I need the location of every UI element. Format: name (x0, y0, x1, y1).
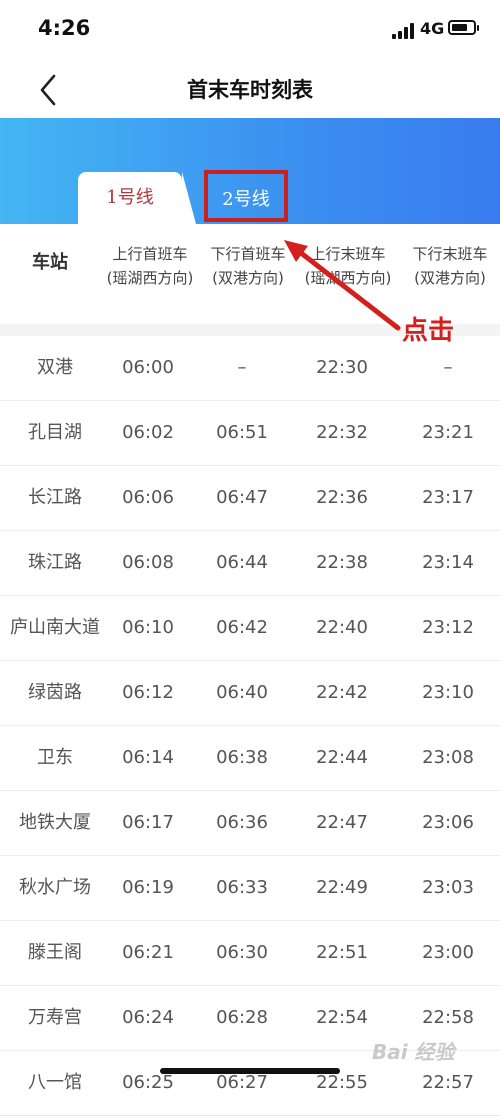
column-header-direction: (双港方向) (212, 269, 284, 287)
down-first-time: 06:33 (216, 877, 268, 898)
table-row: 卫东 06:14 06:38 22:44 23:08 (0, 726, 500, 791)
tab-line-1[interactable]: 1号线 (78, 172, 196, 224)
down-last-time: 23:17 (422, 487, 474, 508)
up-last-time: 22:32 (316, 422, 368, 443)
up-last-time: 22:44 (316, 747, 368, 768)
station-name: 万寿宫 (28, 1007, 82, 1028)
station-name: 秋水广场 (19, 877, 91, 898)
up-last-time: 22:55 (316, 1072, 368, 1093)
down-first-time: 06:40 (216, 682, 268, 703)
down-first-time: 06:28 (216, 1007, 268, 1028)
down-first-time: 06:30 (216, 942, 268, 963)
down-last-time: 23:21 (422, 422, 474, 443)
column-header-direction: (双港方向) (414, 269, 486, 287)
up-first-time: 06:00 (122, 357, 174, 378)
tab-line-2[interactable]: 2号线 (204, 170, 288, 222)
table-row: 孔目湖 06:02 06:51 22:32 23:21 (0, 401, 500, 466)
column-headers: 车站 上行首班车 (瑶湖西方向) 下行首班车 (双港方向) 上行末班车 (瑶湖西… (0, 224, 500, 324)
down-first-time: 06:38 (216, 747, 268, 768)
up-first-time: 06:19 (122, 877, 174, 898)
down-last-time: 23:00 (422, 942, 474, 963)
annotation-label: 点击 (402, 316, 455, 346)
station-name: 卫东 (37, 747, 73, 768)
up-first-time: 06:10 (122, 617, 174, 638)
up-first-time: 06:17 (122, 812, 174, 833)
column-header-line: 下行末班车 (412, 245, 488, 263)
status-bar: 4:26 4G (0, 0, 500, 60)
station-name: 珠江路 (28, 552, 82, 573)
column-header-down-first: 下行首班车 (双港方向) (200, 242, 296, 290)
column-header-line: 上行末班车 (310, 245, 386, 263)
up-last-time: 22:40 (316, 617, 368, 638)
up-first-time: 06:21 (122, 942, 174, 963)
up-first-time: 06:14 (122, 747, 174, 768)
station-name: 双港 (37, 357, 73, 378)
status-time: 4:26 (38, 16, 91, 40)
up-last-time: 22:42 (316, 682, 368, 703)
station-name: 绿茵路 (28, 682, 82, 703)
nav-bar: 首末车时刻表 (0, 60, 500, 118)
down-first-time: 06:51 (216, 422, 268, 443)
table-row: 长江路 06:06 06:47 22:36 23:17 (0, 466, 500, 531)
table-row: 地铁大厦 06:17 06:36 22:47 23:06 (0, 791, 500, 856)
up-last-time: 22:38 (316, 552, 368, 573)
station-name: 长江路 (28, 487, 82, 508)
column-header-line: 下行首班车 (210, 245, 286, 263)
column-header-up-first: 上行首班车 (瑶湖西方向) (96, 242, 204, 290)
column-header-station: 车站 (32, 252, 68, 273)
station-name: 八一馆 (28, 1072, 82, 1093)
column-header-direction: (瑶湖西方向) (106, 269, 194, 287)
up-first-time: 06:12 (122, 682, 174, 703)
up-last-time: 22:54 (316, 1007, 368, 1028)
down-last-time: 23:14 (422, 552, 474, 573)
up-first-time: 06:08 (122, 552, 174, 573)
station-name: 地铁大厦 (19, 812, 91, 833)
station-name: 孔目湖 (28, 422, 82, 443)
down-first-time: 06:36 (216, 812, 268, 833)
page-title: 首末车时刻表 (187, 78, 313, 102)
table-row: 滕王阁 06:21 06:30 22:51 23:00 (0, 921, 500, 986)
table-row: 庐山南大道 06:10 06:42 22:40 23:12 (0, 596, 500, 661)
battery-icon (448, 20, 479, 35)
down-last-time: 23:12 (422, 617, 474, 638)
column-header-direction: (瑶湖西方向) (304, 269, 392, 287)
down-first-time: 06:42 (216, 617, 268, 638)
watermark: Bai 经验 (372, 1040, 455, 1064)
up-first-time: 06:24 (122, 1007, 174, 1028)
down-first-time: 06:27 (216, 1072, 268, 1093)
up-first-time: 06:25 (122, 1072, 174, 1093)
up-first-time: 06:02 (122, 422, 174, 443)
up-last-time: 22:36 (316, 487, 368, 508)
table-row: 珠江路 06:08 06:44 22:38 23:14 (0, 531, 500, 596)
down-last-time: 23:06 (422, 812, 474, 833)
network-type: 4G (420, 19, 445, 38)
down-first-time: – (237, 357, 247, 378)
up-last-time: 22:49 (316, 877, 368, 898)
battery-level (452, 24, 467, 31)
station-name: 庐山南大道 (10, 617, 100, 638)
down-last-time: 23:08 (422, 747, 474, 768)
signal-icon (392, 23, 416, 39)
down-first-time: 06:47 (216, 487, 268, 508)
column-header-up-last: 上行末班车 (瑶湖西方向) (296, 242, 400, 290)
table-row: 秋水广场 06:19 06:33 22:49 23:03 (0, 856, 500, 921)
down-first-time: 06:44 (216, 552, 268, 573)
column-header-down-last: 下行末班车 (双港方向) (402, 242, 498, 290)
home-indicator[interactable] (160, 1068, 340, 1074)
table-row: 绿茵路 06:12 06:40 22:42 23:10 (0, 661, 500, 726)
timetable: 双港 06:00 – 22:30 – 孔目湖 06:02 06:51 22:32… (0, 336, 500, 1116)
up-last-time: 22:30 (316, 357, 368, 378)
down-last-time: 23:03 (422, 877, 474, 898)
up-last-time: 22:47 (316, 812, 368, 833)
up-last-time: 22:51 (316, 942, 368, 963)
down-last-time: 23:10 (422, 682, 474, 703)
station-name: 滕王阁 (28, 942, 82, 963)
column-header-line: 上行首班车 (112, 245, 188, 263)
up-first-time: 06:06 (122, 487, 174, 508)
